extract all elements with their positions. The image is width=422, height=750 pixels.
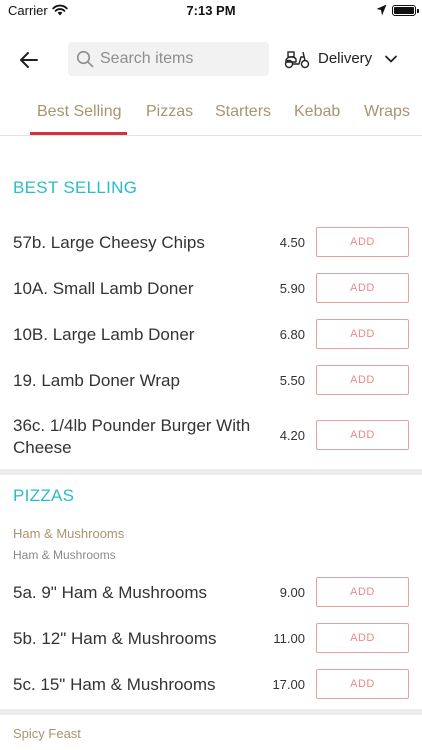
- add-button[interactable]: ADD: [316, 669, 409, 699]
- item-price: 17.00: [272, 677, 305, 692]
- item-price: 5.50: [279, 373, 305, 388]
- group-title: Ham & Mushrooms: [13, 526, 125, 541]
- location-icon: [376, 4, 387, 16]
- item-name: 10B. Large Lamb Doner: [13, 325, 195, 344]
- scooter-icon: [284, 51, 310, 69]
- add-button[interactable]: ADD: [316, 319, 409, 349]
- category-tabs: Best Selling Pizzas Starters Kebab Wraps: [0, 96, 422, 136]
- section-title-pizzas: PIZZAS: [13, 486, 75, 505]
- add-button[interactable]: ADD: [316, 365, 409, 395]
- delivery-label: Delivery: [318, 50, 373, 67]
- section-title-best-selling: BEST SELLING: [13, 178, 138, 197]
- search-icon: [76, 50, 94, 68]
- tab-best-selling[interactable]: Best Selling: [37, 103, 122, 121]
- arrow-left-icon[interactable]: [16, 47, 42, 73]
- add-button[interactable]: ADD: [316, 273, 409, 303]
- item-name: 5c. 15" Ham & Mushrooms: [13, 675, 216, 694]
- item-name: 5b. 12" Ham & Mushrooms: [13, 629, 217, 648]
- add-button[interactable]: ADD: [316, 623, 409, 653]
- tab-kebab[interactable]: Kebab: [294, 103, 340, 121]
- group-subtitle: Ham & Mushrooms: [13, 548, 116, 562]
- item-name: 19. Lamb Doner Wrap: [13, 371, 180, 390]
- search-input[interactable]: [100, 42, 265, 76]
- tab-pizzas[interactable]: Pizzas: [146, 103, 193, 121]
- tab-starters[interactable]: Starters: [215, 103, 271, 121]
- delivery-mode-selector[interactable]: Delivery: [284, 44, 412, 74]
- item-price: 4.50: [279, 235, 305, 250]
- add-button[interactable]: ADD: [316, 420, 409, 450]
- tab-wraps[interactable]: Wraps: [364, 103, 410, 121]
- chevron-down-icon: [385, 55, 397, 63]
- battery-icon: [392, 5, 419, 16]
- item-price: 5.90: [279, 281, 305, 296]
- section-divider: [0, 469, 422, 475]
- active-tab-indicator: [30, 132, 127, 135]
- group-divider: [0, 709, 422, 715]
- add-button[interactable]: ADD: [316, 227, 409, 257]
- search-box[interactable]: [68, 42, 269, 76]
- item-name: 5a. 9" Ham & Mushrooms: [13, 583, 208, 602]
- item-price: 6.80: [279, 327, 305, 342]
- status-bar: Carrier 7:13 PM: [0, 0, 422, 22]
- item-price: 9.00: [279, 585, 305, 600]
- add-button[interactable]: ADD: [316, 577, 409, 607]
- item-name: 10A. Small Lamb Doner: [13, 279, 194, 298]
- status-time: 7:13 PM: [186, 3, 236, 18]
- item-name: 57b. Large Cheesy Chips: [13, 233, 205, 252]
- item-price: 11.00: [273, 631, 305, 646]
- group-title: Spicy Feast: [13, 726, 81, 741]
- item-name: 36c. 1/4lb Pounder Burger With Cheese: [13, 416, 251, 457]
- header-bar: Delivery: [0, 40, 422, 80]
- item-price: 4.20: [279, 428, 305, 443]
